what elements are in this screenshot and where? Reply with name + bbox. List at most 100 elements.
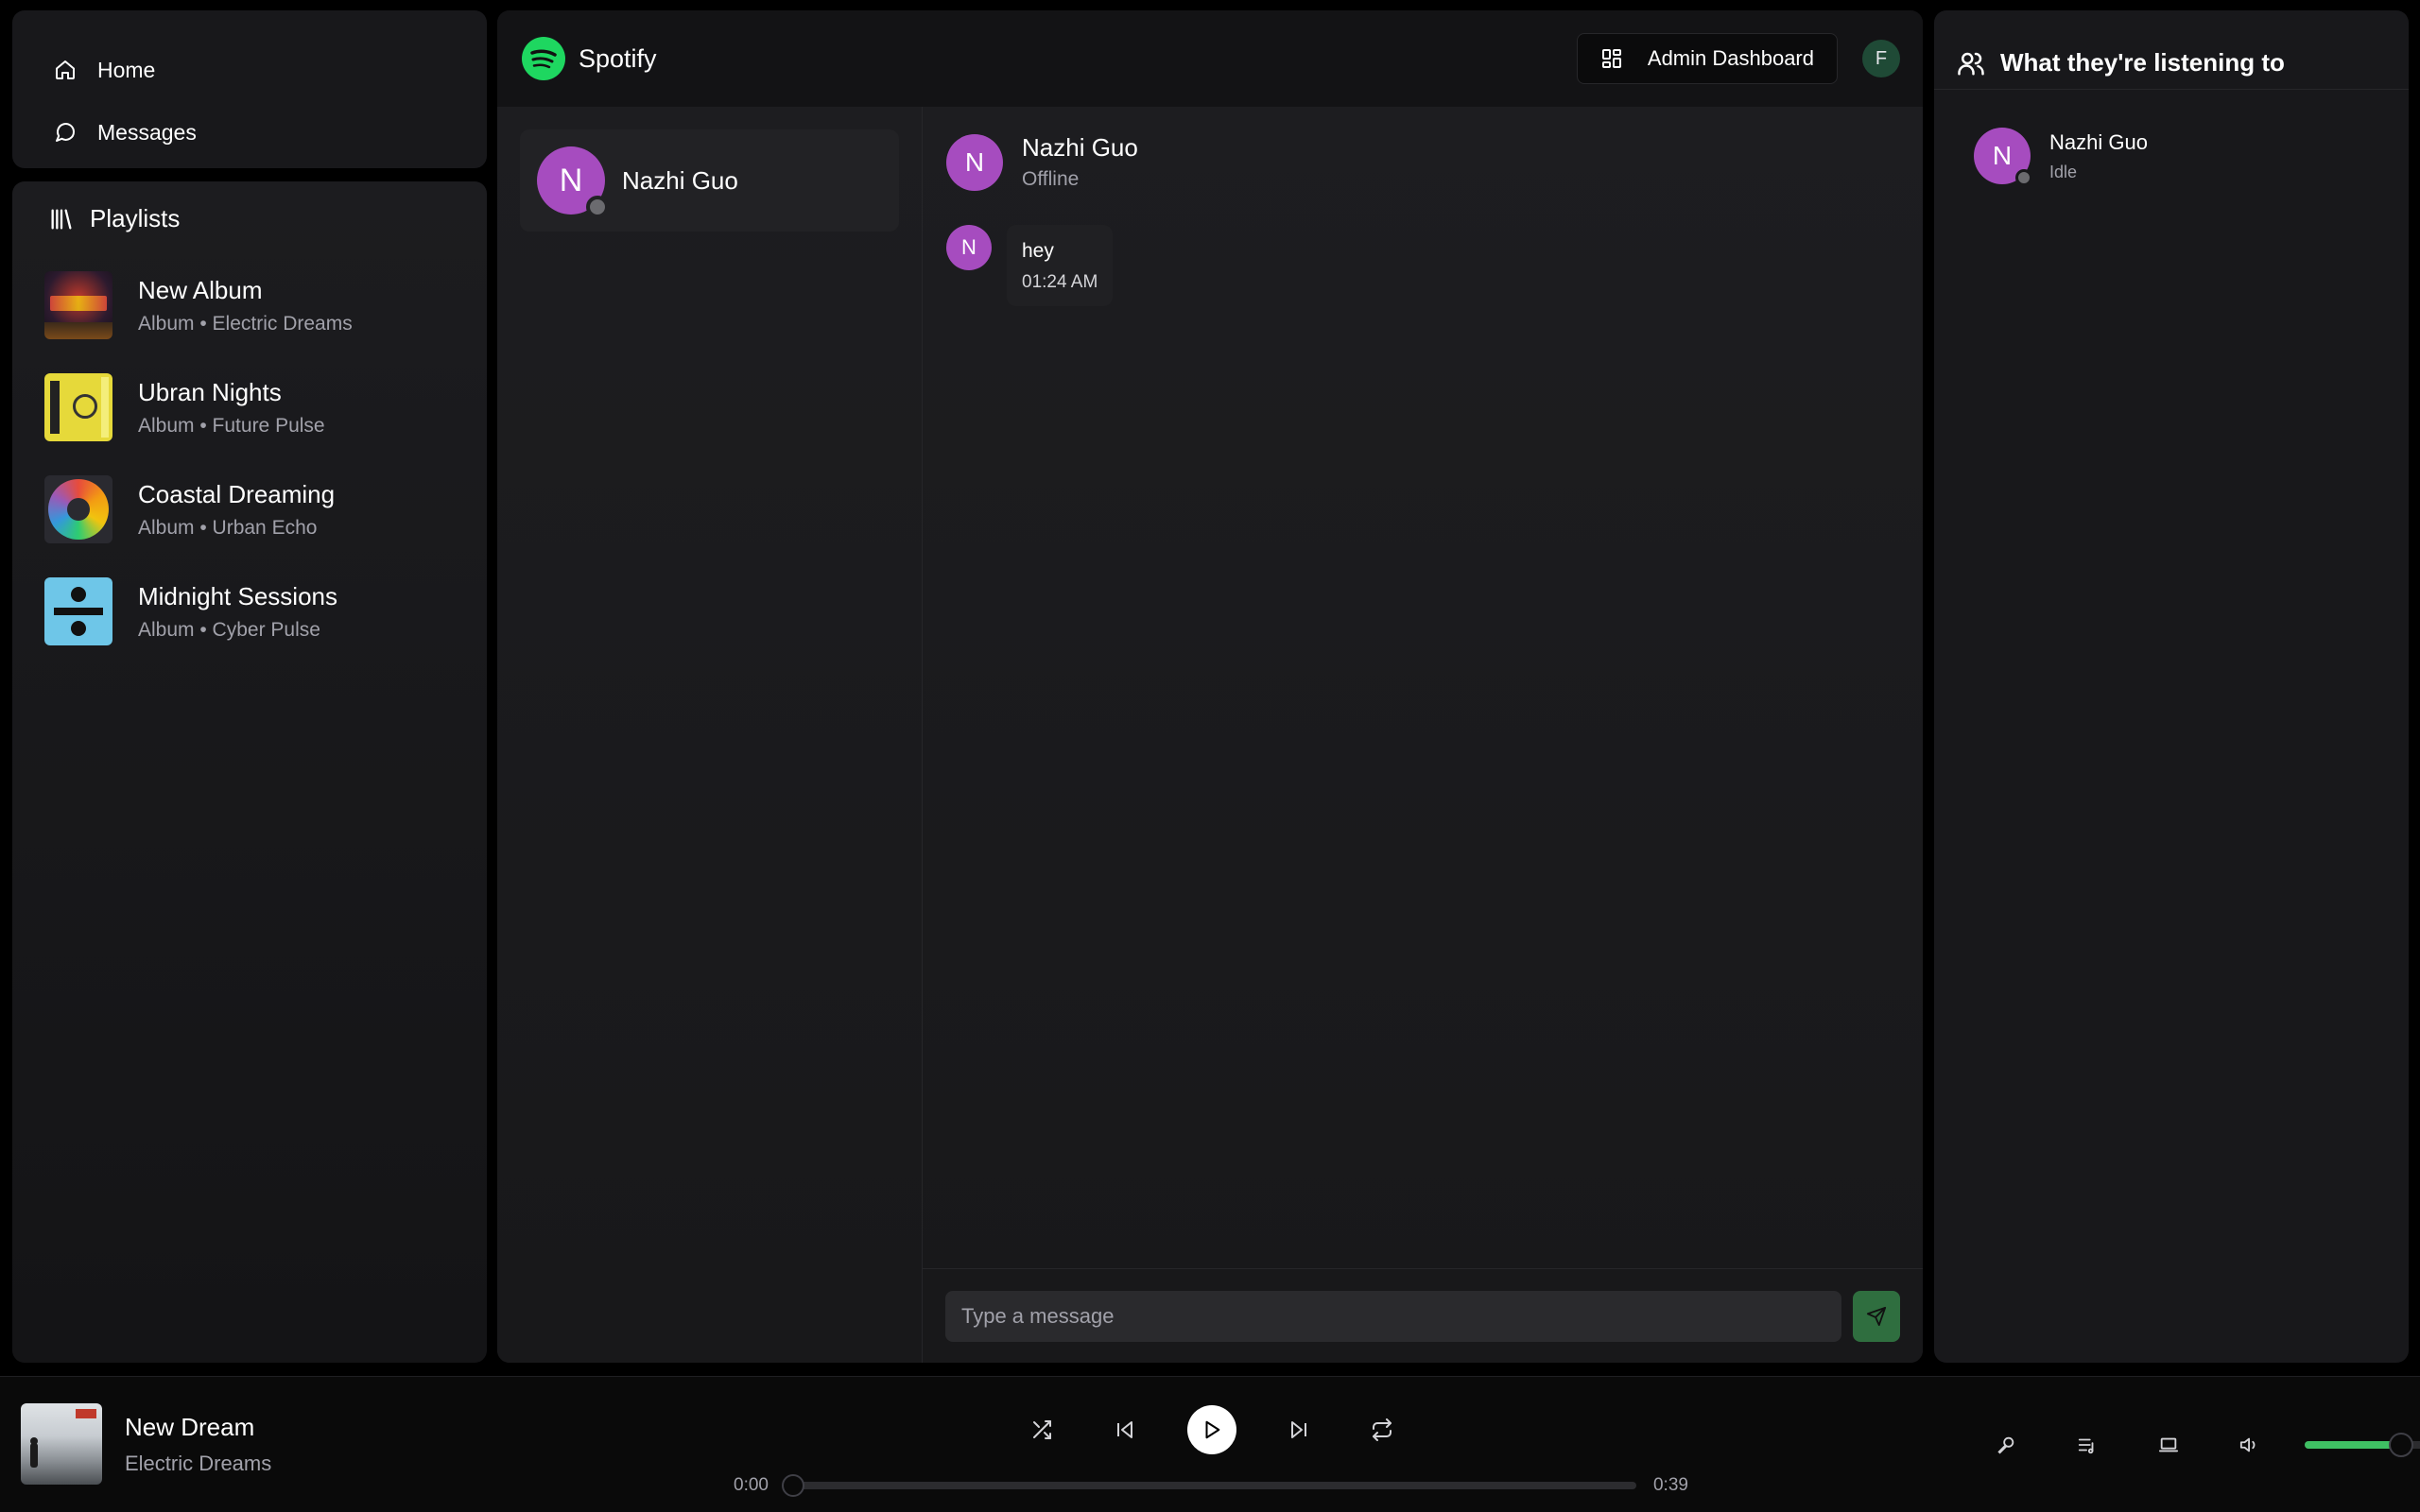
avatar: N xyxy=(946,225,992,270)
album-cover-new-album xyxy=(44,271,112,339)
track-title: New Dream xyxy=(125,1412,255,1441)
library-icon xyxy=(51,209,72,229)
volume-slider[interactable] xyxy=(2305,1433,2420,1457)
playback-controls xyxy=(1021,1405,1403,1454)
microphone-button[interactable] xyxy=(1985,1424,2027,1466)
album-cover-ubran-nights xyxy=(44,373,112,441)
friend-item[interactable]: N Nazhi Guo Idle xyxy=(1934,90,2409,186)
playlist-title: Midnight Sessions xyxy=(138,581,337,610)
conversation-user-name: Nazhi Guo xyxy=(1022,133,1138,162)
spotify-logo-icon xyxy=(522,37,565,80)
top-bar: Spotify Admin Dashboard F xyxy=(497,10,1923,107)
conversation-user-status: Offline xyxy=(1022,168,1080,190)
playlist-subtitle: Album • Future Pulse xyxy=(138,414,325,437)
avatar-initial: N xyxy=(964,146,985,177)
users-icon xyxy=(1958,52,1984,75)
playlist-title: Ubran Nights xyxy=(138,377,282,406)
seek-thumb[interactable] xyxy=(781,1474,804,1497)
play-icon xyxy=(1205,1420,1220,1439)
status-indicator xyxy=(2015,169,2032,186)
friends-activity-title: What they're listening to xyxy=(2000,48,2285,77)
playlists-header: Playlists xyxy=(12,181,487,233)
avatar: N xyxy=(1974,128,2032,186)
conversation-header: N Nazhi Guo Offline xyxy=(923,107,1923,191)
user-name: Nazhi Guo xyxy=(622,165,738,195)
messages-panel: Spotify Admin Dashboard F N Nazhi Guo N … xyxy=(497,10,1923,1363)
friend-name: Nazhi Guo xyxy=(2049,129,2148,154)
track-artist: Electric Dreams xyxy=(125,1451,272,1475)
playlist-title: Coastal Dreaming xyxy=(138,479,336,508)
playlist-item-ubran-nights[interactable]: Ubran Nights Album • Future Pulse xyxy=(12,356,487,458)
extra-controls xyxy=(1985,1424,2420,1466)
player-bar: New Dream Electric Dreams 0:00 0:39 xyxy=(0,1376,2420,1512)
repeat-icon xyxy=(1373,1418,1392,1441)
album-cover-coastal-dreaming xyxy=(44,475,112,543)
playlist-item-midnight-sessions[interactable]: Midnight Sessions Album • Cyber Pulse xyxy=(12,560,487,662)
devices-button[interactable] xyxy=(2148,1424,2189,1466)
avatar-initial: N xyxy=(1992,141,2013,170)
playlist-subtitle: Album • Electric Dreams xyxy=(138,312,353,335)
message-time: 01:24 AM xyxy=(1022,272,1098,292)
skip-forward-icon xyxy=(1291,1421,1306,1438)
volume-icon xyxy=(2239,1437,2256,1452)
playlist-item-new-album[interactable]: New Album Album • Electric Dreams xyxy=(12,254,487,356)
shuffle-button[interactable] xyxy=(1021,1409,1063,1451)
playlists-panel: Playlists New Album Album • Electric Dre… xyxy=(12,181,487,1363)
brand-name: Spotify xyxy=(579,43,657,73)
users-list: N Nazhi Guo xyxy=(497,107,923,1363)
friend-status: Idle xyxy=(2049,162,2078,181)
nav-messages[interactable]: Messages xyxy=(54,101,487,163)
playlist-item-coastal-dreaming[interactable]: Coastal Dreaming Album • Urban Echo xyxy=(12,458,487,560)
avatar: N xyxy=(946,133,1003,191)
playlists-title: Playlists xyxy=(90,204,181,232)
next-button[interactable] xyxy=(1278,1409,1320,1451)
album-cover-midnight-sessions xyxy=(44,577,112,645)
volume-button[interactable] xyxy=(2229,1424,2271,1466)
duration: 0:39 xyxy=(1652,1475,1688,1495)
queue-button[interactable] xyxy=(2066,1424,2108,1466)
user-avatar[interactable]: F xyxy=(1862,40,1900,77)
avatar: N xyxy=(537,146,609,218)
playlist-subtitle: Album • Cyber Pulse xyxy=(138,618,320,641)
volume-fill xyxy=(2305,1441,2402,1449)
admin-dashboard-button[interactable]: Admin Dashboard xyxy=(1576,33,1838,84)
message-input[interactable] xyxy=(945,1290,1841,1342)
message: N hey 01:24 AM xyxy=(923,191,1923,306)
friends-activity-header: What they're listening to xyxy=(1934,10,2409,90)
brand[interactable]: Spotify xyxy=(522,37,657,80)
main-nav: Home Messages xyxy=(12,10,487,168)
previous-button[interactable] xyxy=(1104,1409,1146,1451)
message-composer xyxy=(923,1268,1923,1363)
progress-bar: 0:00 0:39 xyxy=(734,1474,1688,1497)
friends-activity-panel: What they're listening to N Nazhi Guo Id… xyxy=(1934,10,2409,1363)
playlist-subtitle: Album • Urban Echo xyxy=(138,516,318,539)
volume-thumb[interactable] xyxy=(2389,1433,2414,1457)
dashboard-icon xyxy=(1601,49,1621,68)
current-time: 0:00 xyxy=(734,1475,769,1495)
status-indicator xyxy=(586,196,609,218)
send-button[interactable] xyxy=(1853,1290,1900,1342)
seek-slider[interactable] xyxy=(781,1474,1636,1497)
playlist-title: New Album xyxy=(138,275,263,304)
laptop-icon xyxy=(2158,1437,2179,1452)
now-playing-cover xyxy=(21,1403,102,1485)
skip-back-icon xyxy=(1117,1421,1132,1438)
playlist-list: New Album Album • Electric Dreams Ubran … xyxy=(12,254,487,662)
message-circle-icon xyxy=(56,123,76,142)
now-playing: New Dream Electric Dreams xyxy=(21,1403,271,1485)
send-icon xyxy=(1866,1306,1887,1326)
repeat-button[interactable] xyxy=(1361,1409,1403,1451)
nav-home[interactable]: Home xyxy=(54,39,487,101)
avatar-initial: N xyxy=(961,235,977,259)
conversation: N Nazhi Guo Offline N hey 01:24 AM xyxy=(923,107,1923,1363)
nav-home-label: Home xyxy=(97,57,156,82)
shuffle-icon xyxy=(1033,1420,1051,1439)
mic-icon xyxy=(1997,1436,2014,1454)
home-icon xyxy=(56,60,75,79)
play-button[interactable] xyxy=(1187,1405,1236,1454)
avatar-initial: N xyxy=(559,162,583,198)
message-bubble: hey 01:24 AM xyxy=(1007,225,1114,306)
message-text: hey xyxy=(1022,240,1054,262)
admin-dashboard-label: Admin Dashboard xyxy=(1647,46,1814,70)
user-list-item[interactable]: N Nazhi Guo xyxy=(520,129,899,232)
